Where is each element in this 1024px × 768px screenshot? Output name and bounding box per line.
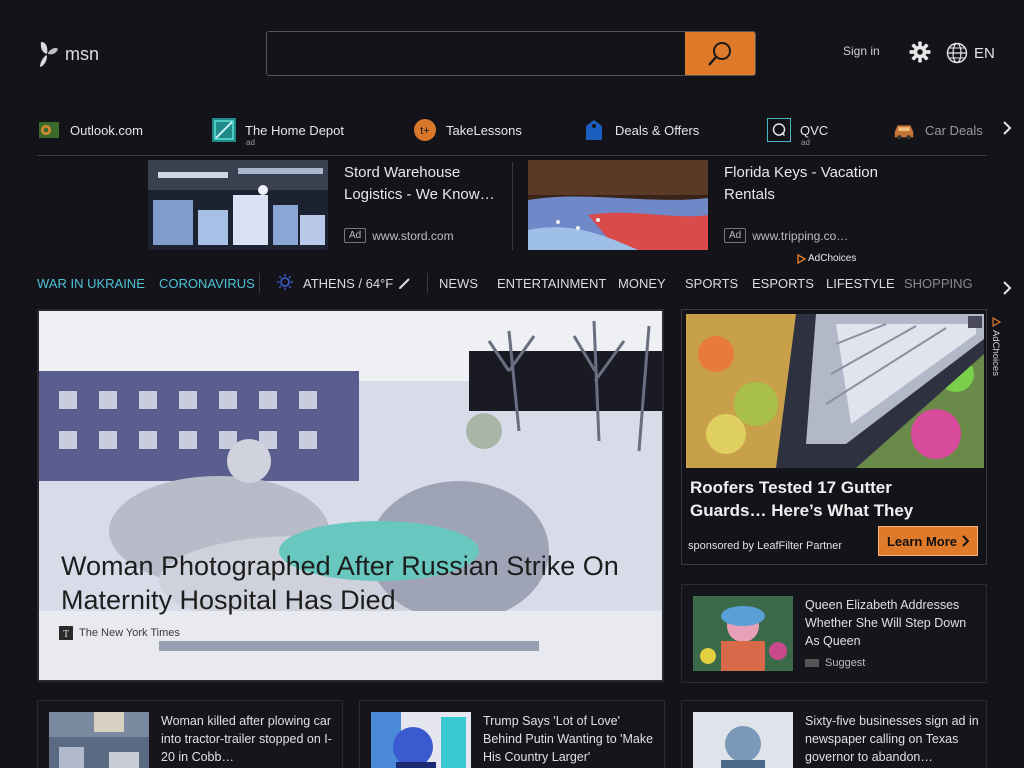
car-icon — [894, 125, 914, 140]
card-thumbnail — [371, 712, 471, 768]
ad-badge: Ad — [724, 228, 747, 243]
hero-story[interactable]: Woman Photographed After Russian Strike … — [37, 309, 664, 682]
learn-more-button[interactable]: Learn More — [878, 526, 978, 556]
ad-domain: www.tripping.co… — [752, 228, 849, 243]
quick-link-outlook[interactable]: Outlook.com — [37, 118, 143, 142]
takelessons-icon: t+ — [414, 119, 436, 141]
nav-shopping[interactable]: SHOPPING — [904, 276, 973, 291]
search-icon — [708, 41, 731, 66]
nav-next-chevron-icon[interactable] — [1000, 280, 1014, 296]
nav-entertainment[interactable]: ENTERTAINMENT — [497, 276, 606, 291]
quick-link-label: Car Deals — [925, 122, 983, 138]
search-box — [266, 31, 756, 76]
nav-weather[interactable]: ATHENS / 64°F — [303, 276, 393, 291]
nav-esports[interactable]: ESPORTS — [752, 276, 814, 291]
top-ad-florida-keys[interactable]: Florida Keys - Vacation Rentals Ad www.t… — [528, 160, 878, 252]
language-label: EN — [974, 44, 995, 62]
news-card[interactable]: Woman killed after plowing car into trac… — [37, 700, 343, 768]
chevron-right-icon — [962, 535, 970, 547]
deals-tag-icon — [586, 120, 602, 140]
ad-image — [148, 160, 328, 250]
adchoices-icon — [797, 253, 806, 264]
ad-domain: www.stord.com — [372, 228, 454, 243]
edit-location-icon[interactable] — [398, 277, 411, 293]
quick-link-label: The Home Depot — [245, 122, 344, 138]
sun-icon — [277, 274, 293, 290]
nav-coronavirus[interactable]: CORONAVIRUS — [159, 276, 255, 291]
adchoices-label: AdChoices — [808, 253, 857, 264]
ad-divider — [512, 162, 513, 250]
hero-source-name: The New York Times — [79, 627, 180, 639]
ad-badge: Ad — [344, 228, 367, 243]
nyt-logo-icon: T — [59, 626, 73, 640]
quick-link-label: Deals & Offers — [615, 122, 700, 138]
card-source: Suggest — [805, 657, 865, 669]
msn-logo[interactable]: msn — [37, 40, 99, 68]
learn-more-label: Learn More — [886, 533, 958, 549]
card-headline[interactable]: Sixty-five businesses sign ad in newspap… — [805, 712, 980, 766]
msn-butterfly-icon — [40, 42, 58, 67]
language-selector[interactable]: EN — [946, 42, 995, 64]
nav-money[interactable]: MONEY — [618, 276, 666, 291]
sponsored-ad-leaffilter[interactable]: Roofers Tested 17 Gutter Guards… Here’s … — [681, 309, 987, 565]
search-input[interactable] — [267, 32, 685, 75]
ad-meta: Ad www.tripping.co… — [724, 228, 848, 243]
search-button[interactable] — [685, 32, 755, 75]
card-headline[interactable]: Queen Elizabeth Addresses Whether She Wi… — [805, 596, 980, 650]
card-headline[interactable]: Trump Says 'Lot of Love' Behind Putin Wa… — [483, 712, 658, 766]
svg-text:t+: t+ — [420, 125, 429, 137]
svg-text:AdChoices: AdChoices — [990, 330, 1001, 376]
source-logo-icon — [805, 659, 819, 667]
adchoices-side-label[interactable]: AdChoices — [990, 316, 1002, 386]
ad-marker: ad — [246, 138, 255, 147]
adchoices-link[interactable]: AdChoices — [797, 253, 856, 264]
quick-links-bar: Outlook.com The Home Depot ad t+ TakeLes… — [37, 112, 987, 156]
card-thumbnail — [693, 596, 793, 671]
sign-in-link[interactable]: Sign in — [843, 44, 880, 58]
quick-link-home-depot[interactable]: The Home Depot ad — [212, 118, 344, 147]
ad-meta: Ad www.stord.com — [344, 228, 454, 243]
card-thumbnail — [693, 712, 793, 768]
card-thumbnail — [49, 712, 149, 768]
ad-image — [528, 160, 708, 250]
home-depot-icon — [212, 118, 236, 142]
nav-lifestyle[interactable]: LIFESTYLE — [826, 276, 895, 291]
ad-title[interactable]: Stord Warehouse Logistics - We Know… — [344, 162, 504, 206]
ad-image — [686, 314, 984, 468]
nav-news[interactable]: NEWS — [439, 276, 478, 291]
quick-link-label: QVC — [800, 122, 829, 138]
outlook-icon — [39, 122, 59, 138]
quick-link-car-deals[interactable]: Car Deals — [892, 118, 983, 142]
qvc-icon — [767, 118, 791, 142]
ad-sponsor: sponsored by LeafFilter Partner — [688, 540, 843, 552]
nav-divider — [427, 273, 428, 293]
nav-sports[interactable]: SPORTS — [685, 276, 738, 291]
globe-icon — [946, 42, 968, 64]
quick-link-label: TakeLessons — [446, 122, 522, 138]
quick-link-takelessons[interactable]: t+ TakeLessons — [413, 118, 522, 142]
ad-title[interactable]: Florida Keys - Vacation Rentals — [724, 162, 884, 206]
quick-link-deals[interactable]: Deals & Offers — [582, 118, 699, 142]
nav-divider — [259, 273, 260, 293]
hero-headline[interactable]: Woman Photographed After Russian Strike … — [61, 549, 651, 617]
ad-title[interactable]: Roofers Tested 17 Gutter Guards… Here’s … — [690, 476, 970, 522]
weather-sun-icon[interactable] — [277, 274, 293, 293]
pencil-icon — [399, 278, 410, 289]
top-ad-stord[interactable]: Stord Warehouse Logistics - We Know… Ad … — [148, 160, 508, 252]
ad-marker: ad — [801, 138, 810, 147]
news-card[interactable]: Sixty-five businesses sign ad in newspap… — [681, 700, 987, 768]
brand-name: msn — [65, 43, 100, 64]
card-headline[interactable]: Woman killed after plowing car into trac… — [161, 712, 336, 766]
card-source-name: Suggest — [825, 657, 866, 669]
news-card[interactable]: Trump Says 'Lot of Love' Behind Putin Wa… — [359, 700, 665, 768]
quick-link-label: Outlook.com — [70, 122, 143, 138]
quick-link-qvc[interactable]: QVC ad — [767, 118, 829, 147]
quick-links-next-chevron-icon[interactable] — [1000, 120, 1014, 136]
hero-source: T The New York Times — [59, 626, 180, 640]
svg-text:T: T — [63, 629, 69, 640]
nav-war-in-ukraine[interactable]: WAR IN UKRAINE — [37, 276, 145, 291]
news-card[interactable]: Queen Elizabeth Addresses Whether She Wi… — [681, 584, 987, 683]
settings-gear-icon[interactable] — [909, 41, 931, 63]
